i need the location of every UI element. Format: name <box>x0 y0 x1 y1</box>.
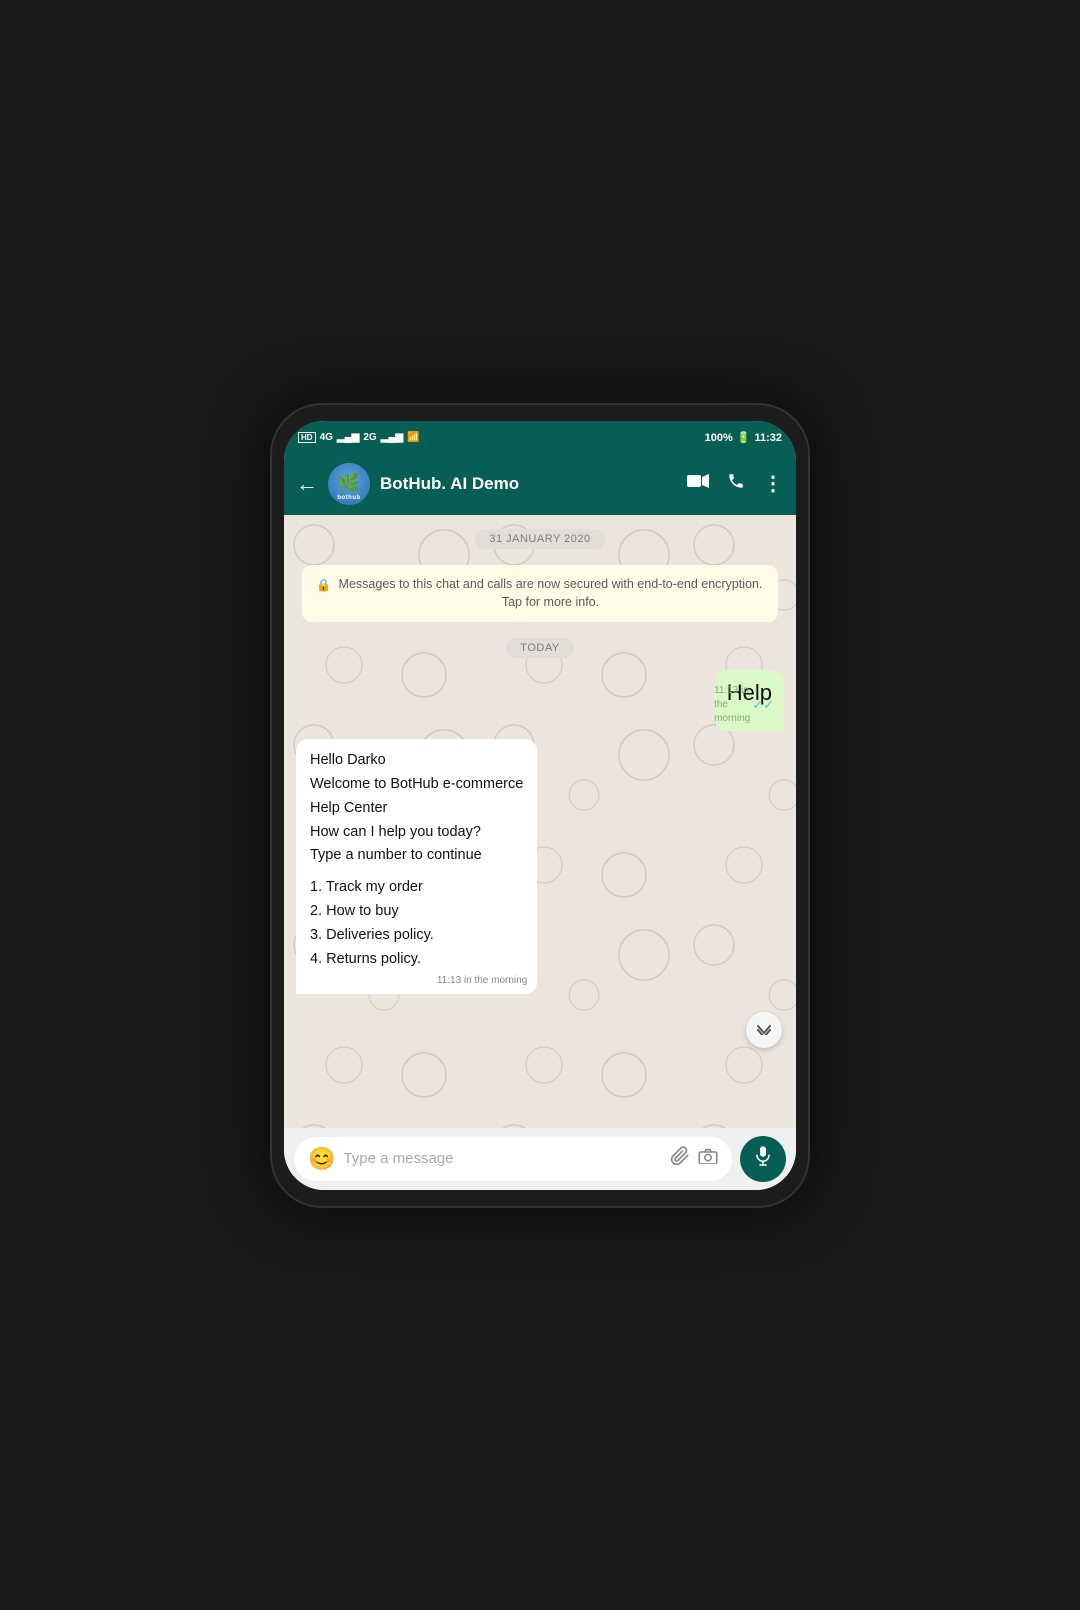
outgoing-time-text: 11:13 in the morning <box>714 684 750 726</box>
incoming-menu-list: 1. Track my order 2. How to buy 3. Deliv… <box>310 876 523 972</box>
status-bar: HD 4G ▂▄▆ 2G ▂▄▆ 📶 100% 🔋 11:32 <box>284 421 796 453</box>
menu-item-2: 2. How to buy <box>310 900 523 924</box>
phone-frame: HD 4G ▂▄▆ 2G ▂▄▆ 📶 100% 🔋 11:32 ← 🌿 both… <box>270 403 810 1208</box>
incoming-line1: Welcome to BotHub e-commerce <box>310 773 523 797</box>
lock-icon: 🔒 <box>316 576 331 594</box>
signal-2g: 2G <box>363 432 376 443</box>
message-placeholder[interactable]: Type a message <box>343 1150 662 1167</box>
incoming-message-bot: Hello Darko Welcome to BotHub e-commerce… <box>296 739 537 994</box>
avatar-leaf-icon: 🌿 <box>338 473 360 494</box>
scroll-down-button[interactable] <box>746 1012 782 1048</box>
status-right: 100% 🔋 11:32 <box>705 431 782 444</box>
mic-button[interactable] <box>740 1136 786 1182</box>
clock: 11:32 <box>754 432 782 444</box>
voice-call-icon[interactable] <box>727 472 745 495</box>
date-separator-today: TODAY <box>506 638 573 658</box>
video-call-icon[interactable] <box>687 473 709 494</box>
signal-bars-1: ▂▄▆ <box>337 432 359 443</box>
date-separator-january: 31 JANUARY 2020 <box>475 529 604 549</box>
incoming-message-time: 11:13 in the morning <box>437 973 527 990</box>
incoming-line4: Type a number to continue <box>310 844 523 868</box>
signal-4g: 4G <box>320 432 333 443</box>
incoming-time-text: 11:13 in the morning <box>437 973 527 990</box>
header-action-icons: ⋮ <box>687 471 784 496</box>
wifi-icon: 📶 <box>407 432 419 443</box>
mic-icon <box>754 1145 772 1173</box>
emoji-picker-icon[interactable]: 😊 <box>308 1146 335 1172</box>
encryption-notice[interactable]: 🔒 Messages to this chat and calls are no… <box>302 565 778 623</box>
attach-icon[interactable] <box>670 1146 690 1172</box>
more-options-icon[interactable]: ⋮ <box>763 471 784 496</box>
encryption-text: Messages to this chat and calls are now … <box>337 575 764 613</box>
read-ticks-icon: ✓✓ <box>752 696 774 714</box>
chat-body: 31 JANUARY 2020 🔒 Messages to this chat … <box>284 515 796 1128</box>
outgoing-message-time: 11:13 in the morning ✓✓ <box>714 684 774 726</box>
menu-item-4: 4. Returns policy. <box>310 948 523 972</box>
phone-screen: HD 4G ▂▄▆ 2G ▂▄▆ 📶 100% 🔋 11:32 ← 🌿 both… <box>284 421 796 1190</box>
incoming-line2: Help Center <box>310 797 523 821</box>
chat-header: ← 🌿 bothub BotHub. AI Demo <box>284 453 796 515</box>
incoming-line3: How can I help you today? <box>310 821 523 845</box>
hd-indicator: HD <box>298 432 316 443</box>
contact-avatar[interactable]: 🌿 bothub <box>328 463 370 505</box>
signal-bars-2: ▂▄▆ <box>381 432 403 443</box>
incoming-greeting: Hello Darko <box>310 749 523 773</box>
battery-icon: 🔋 <box>737 431 751 444</box>
contact-name[interactable]: BotHub. AI Demo <box>380 474 677 494</box>
menu-item-1: 1. Track my order <box>310 876 523 900</box>
status-left: HD 4G ▂▄▆ 2G ▂▄▆ 📶 <box>298 432 420 443</box>
menu-item-3: 3. Deliveries policy. <box>310 924 523 948</box>
outgoing-message-help: Help 11:13 in the morning ✓✓ <box>715 670 784 731</box>
battery-text: 100% <box>705 432 733 444</box>
input-bar: 😊 Type a message <box>284 1128 796 1190</box>
back-button[interactable]: ← <box>296 471 318 497</box>
message-input-field[interactable]: 😊 Type a message <box>294 1137 732 1181</box>
camera-icon[interactable] <box>698 1147 718 1170</box>
avatar-label-text: bothub <box>337 495 360 501</box>
